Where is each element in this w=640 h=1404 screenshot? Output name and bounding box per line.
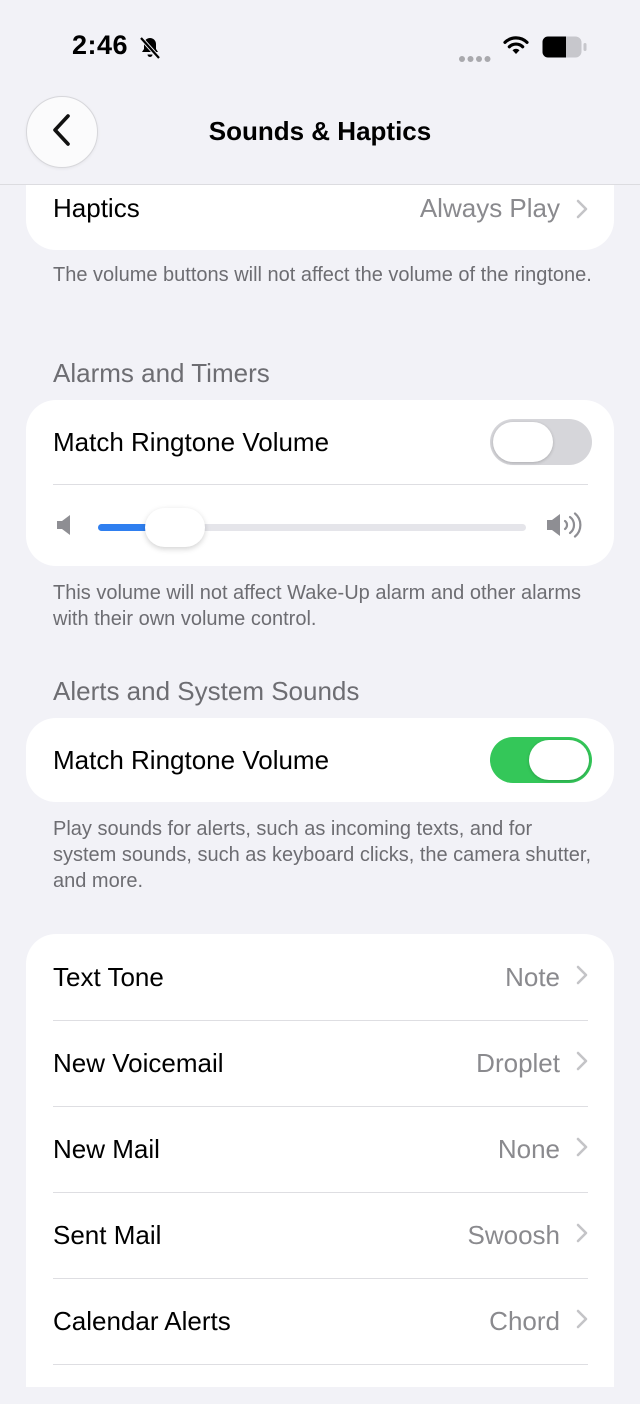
tone-label: Sent Mail — [53, 1219, 162, 1250]
tone-row-partial — [26, 1364, 614, 1404]
alarms-card: Match Ringtone Volume — [26, 400, 614, 566]
alerts-footnote: Play sounds for alerts, such as incoming… — [53, 818, 592, 892]
ringtone-footnote: The volume buttons will not affect the v… — [53, 264, 592, 286]
speaker-low-icon — [56, 514, 74, 541]
speaker-high-icon — [546, 512, 586, 543]
cellular-dots-icon — [458, 50, 492, 68]
alerts-match-toggle[interactable] — [490, 737, 592, 783]
alerts-card: Match Ringtone Volume — [26, 718, 614, 802]
tone-value: None — [497, 1133, 560, 1164]
tone-value: Droplet — [476, 1047, 560, 1078]
alarm-volume-slider[interactable] — [26, 484, 614, 566]
chevron-right-icon — [576, 1051, 588, 1076]
navigation-bar: Sounds & Haptics — [0, 92, 640, 185]
tone-value: Chord — [489, 1305, 560, 1336]
haptics-value: Always Play — [419, 193, 560, 223]
chevron-right-icon — [576, 1223, 588, 1248]
status-time: 2:46 — [72, 30, 129, 60]
chevron-right-icon — [576, 199, 588, 224]
haptics-label: Haptics — [53, 193, 140, 223]
alarms-section-header: Alarms and Timers — [53, 358, 270, 388]
toggle-knob — [493, 422, 553, 462]
alarms-match-toggle[interactable] — [490, 419, 592, 465]
tone-row-text-tone[interactable]: Text Tone Note — [26, 934, 614, 1020]
wifi-icon — [502, 35, 530, 62]
bell-slash-icon — [138, 36, 162, 65]
chevron-right-icon — [576, 1137, 588, 1162]
alerts-match-row: Match Ringtone Volume — [26, 718, 614, 802]
tone-row-calendar-alerts[interactable]: Calendar Alerts Chord — [26, 1278, 614, 1364]
chevron-right-icon — [576, 965, 588, 990]
page-title: Sounds & Haptics — [208, 116, 432, 146]
tone-value: Swoosh — [467, 1219, 561, 1250]
alerts-section-header: Alerts and System Sounds — [53, 676, 360, 706]
tone-row-new-mail[interactable]: New Mail None — [26, 1106, 614, 1192]
volume-track[interactable] — [98, 508, 526, 547]
tone-label: New Voicemail — [53, 1047, 224, 1078]
status-bar: 2:46 — [0, 0, 640, 92]
battery-icon — [542, 36, 588, 63]
tone-row-new-voicemail[interactable]: New Voicemail Droplet — [26, 1020, 614, 1106]
tone-value: Note — [505, 961, 560, 992]
tones-card: Text Tone Note New Voicemail Droplet New… — [26, 934, 614, 1387]
chevron-right-icon — [576, 1309, 588, 1334]
tone-row-sent-mail[interactable]: Sent Mail Swoosh — [26, 1192, 614, 1278]
tone-label: New Mail — [53, 1133, 160, 1164]
alarms-footnote: This volume will not affect Wake-Up alar… — [53, 582, 581, 630]
volume-thumb[interactable] — [145, 508, 205, 547]
tone-label: Calendar Alerts — [53, 1305, 231, 1336]
alarms-match-row: Match Ringtone Volume — [26, 400, 614, 484]
toggle-knob — [529, 740, 589, 780]
tone-label: Text Tone — [53, 961, 164, 992]
